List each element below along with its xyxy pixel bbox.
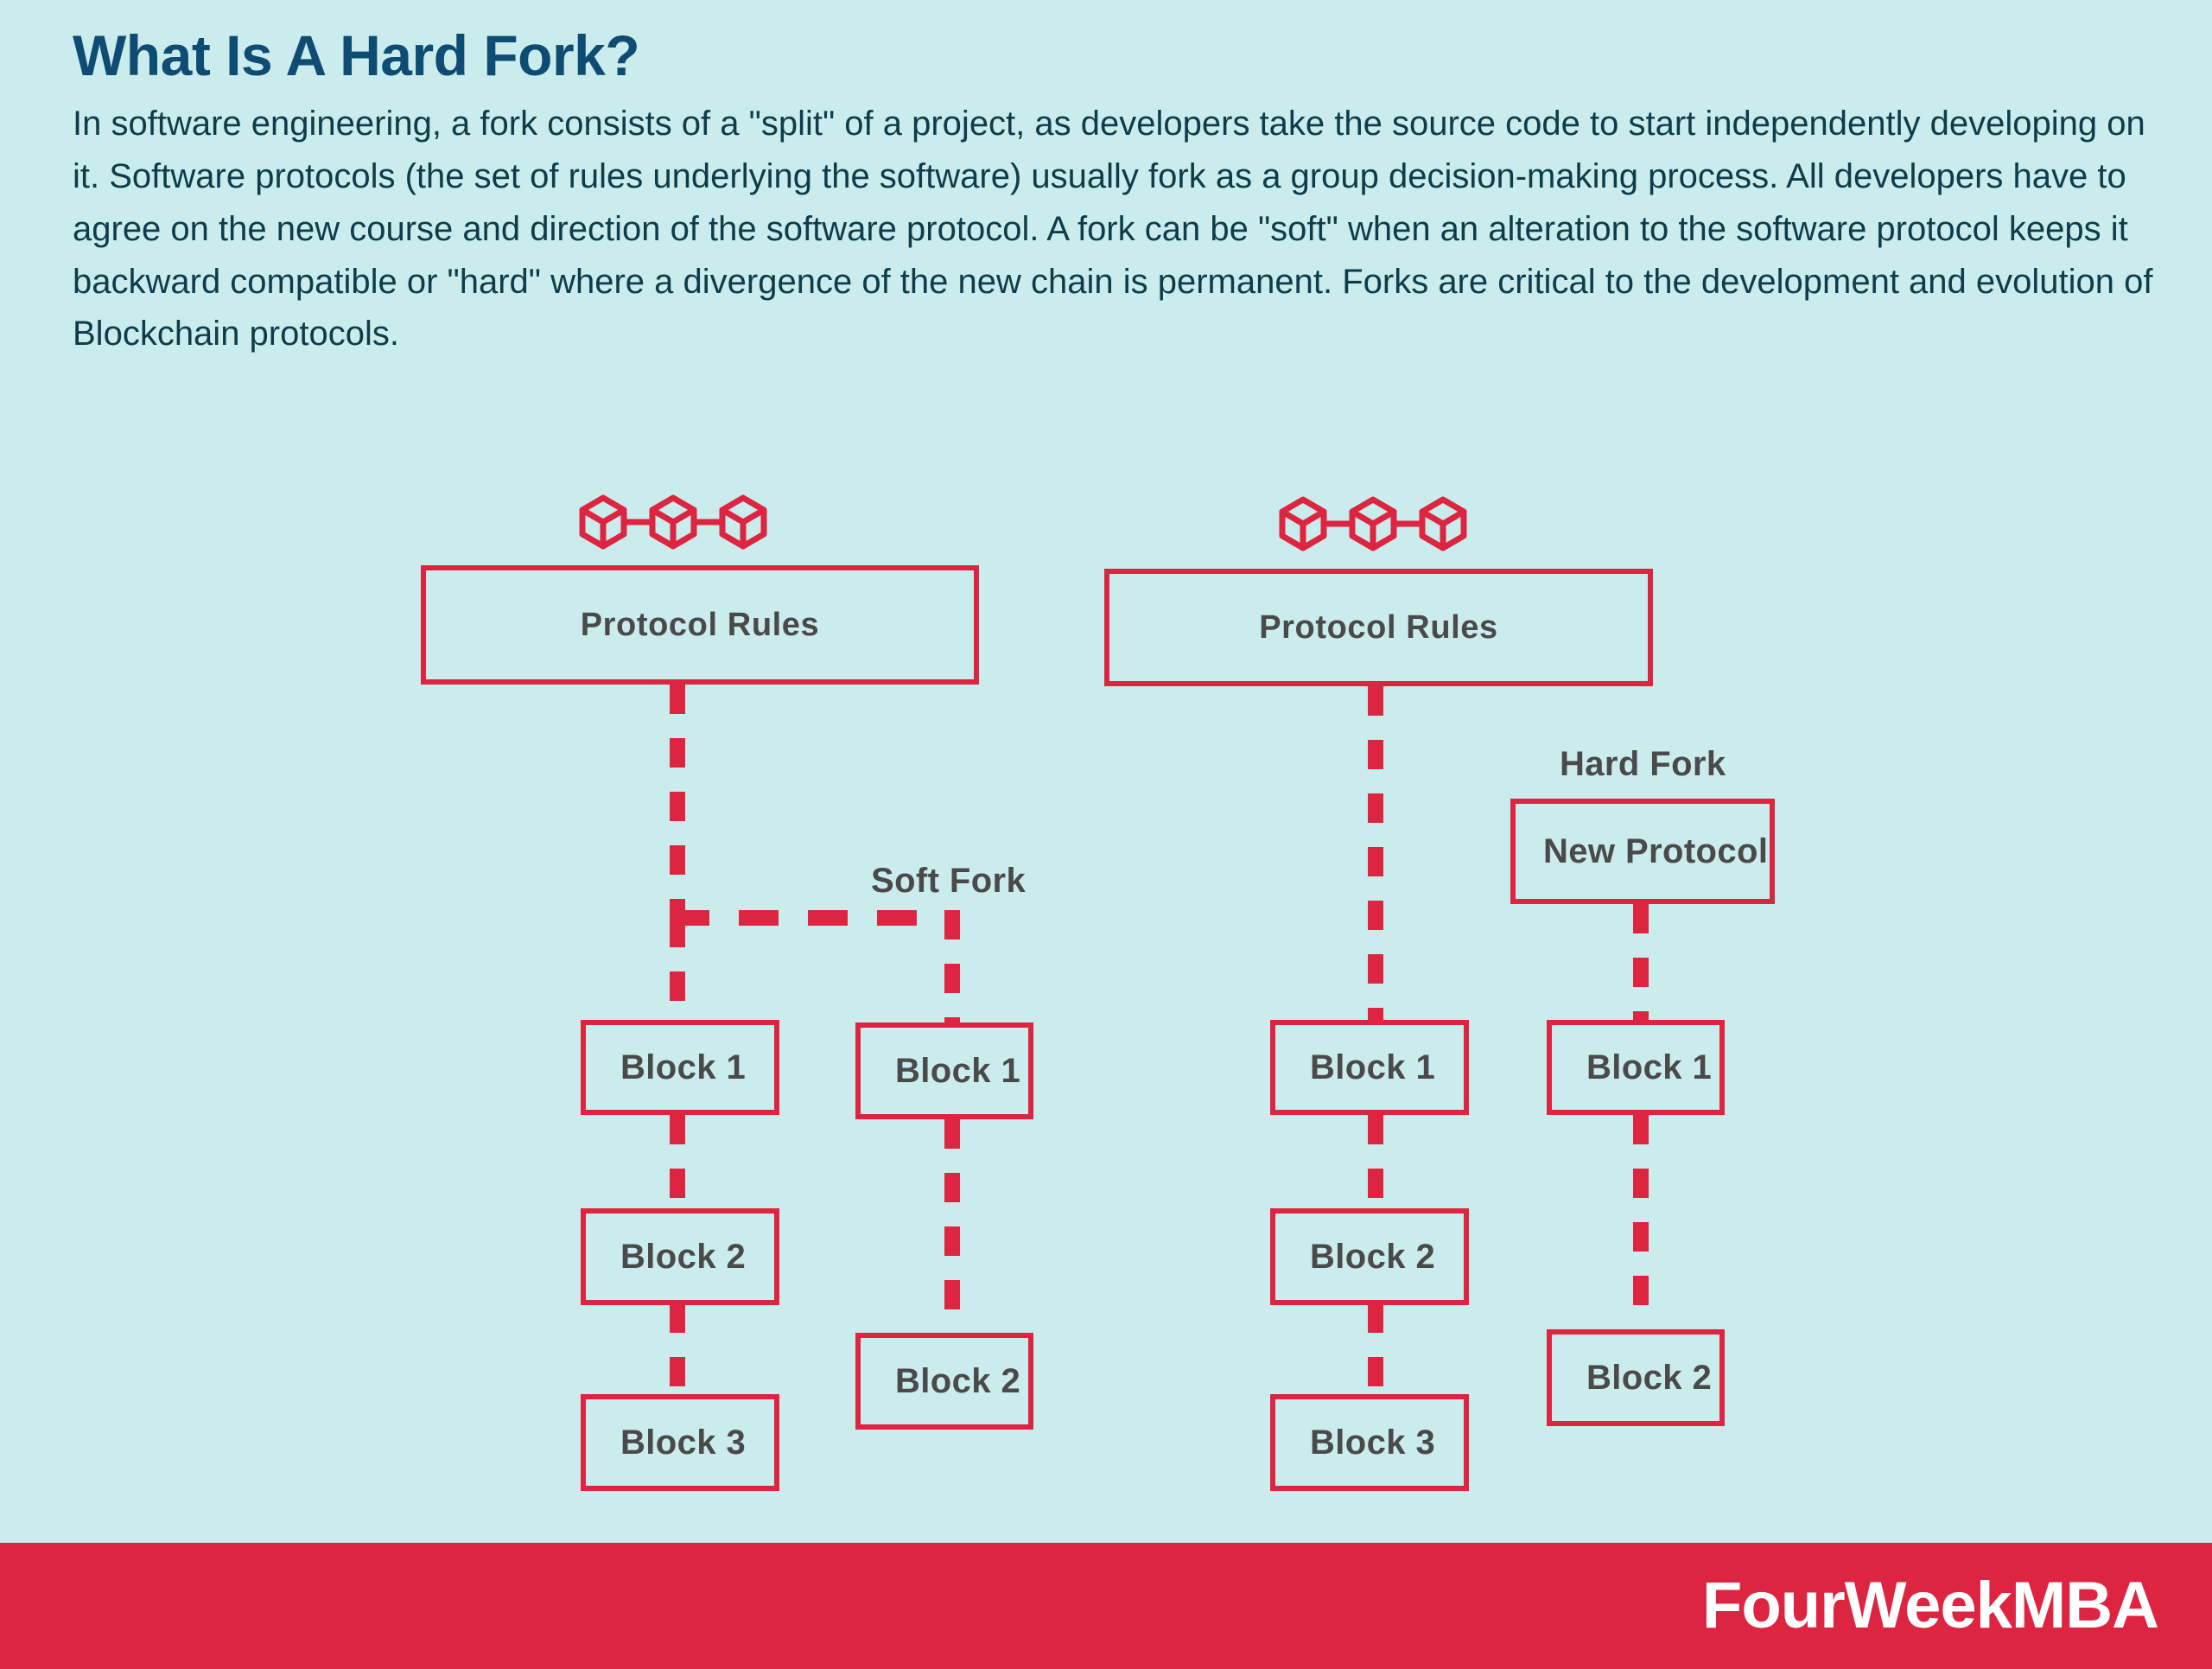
- soft-fork-branch-block-1-label: Block 1: [895, 1051, 1021, 1090]
- header: What Is A Hard Fork? In software enginee…: [73, 23, 2164, 360]
- soft-fork-main-block-1: Block 1: [581, 1020, 779, 1115]
- infographic-page: What Is A Hard Fork? In software enginee…: [0, 0, 2212, 1669]
- soft-fork-branch-drop-connector: [944, 910, 960, 1022]
- hard-fork-branch-connector-1-2: [1633, 1115, 1649, 1314]
- soft-fork-protocol-rules-label: Protocol Rules: [580, 606, 820, 643]
- hard-fork-main-block-2-label: Block 2: [1310, 1237, 1436, 1276]
- hard-fork-protocol-rules-box: Protocol Rules: [1104, 569, 1653, 686]
- soft-fork-main-connector-2-3: [670, 1303, 685, 1400]
- soft-fork-main-block-1-label: Block 1: [620, 1048, 747, 1086]
- hard-fork-main-block-2: Block 2: [1270, 1208, 1469, 1305]
- footer-banner: FourWeekMBA: [0, 1543, 2212, 1669]
- blockchain-cubes-icon: [579, 494, 767, 550]
- intro-paragraph: In software engineering, a fork consists…: [73, 105, 2153, 354]
- hard-fork-main-block-3-label: Block 3: [1310, 1423, 1436, 1462]
- new-protocol-box: New Protocol: [1510, 799, 1775, 904]
- soft-fork-protocol-rules-box: Protocol Rules: [421, 565, 979, 685]
- soft-fork-branch-connector: [670, 910, 959, 926]
- hard-fork-main-block-1: Block 1: [1270, 1020, 1469, 1115]
- hard-fork-main-block-3: Block 3: [1270, 1394, 1469, 1491]
- soft-fork-branch-block-1: Block 1: [855, 1022, 1033, 1119]
- hard-fork-main-connector-1-2: [1368, 1115, 1383, 1219]
- page-title: What Is A Hard Fork?: [73, 23, 640, 87]
- soft-fork-main-block-3-label: Block 3: [620, 1423, 747, 1462]
- hard-fork-main-connector-2-3: [1368, 1303, 1383, 1400]
- soft-fork-trunk-lower-connector: [670, 918, 685, 1020]
- hard-fork-branch-block-1: Block 1: [1547, 1020, 1725, 1115]
- soft-fork-branch-connector-1-2: [944, 1119, 960, 1320]
- soft-fork-main-block-2-label: Block 2: [620, 1237, 747, 1276]
- hard-fork-branch-block-2: Block 2: [1547, 1329, 1725, 1426]
- hard-fork-trunk-connector: [1368, 686, 1383, 1022]
- new-protocol-label: New Protocol: [1543, 831, 1769, 870]
- soft-fork-branch-block-2-label: Block 2: [895, 1361, 1021, 1400]
- hard-fork-branch-block-1-label: Block 1: [1586, 1048, 1713, 1086]
- hard-fork-main-block-1-label: Block 1: [1310, 1048, 1436, 1086]
- hard-fork-branch-connector: [1633, 904, 1649, 1022]
- soft-fork-main-block-3: Block 3: [581, 1394, 779, 1491]
- soft-fork-branch-block-2: Block 2: [855, 1333, 1033, 1430]
- soft-fork-trunk-connector: [670, 685, 685, 918]
- soft-fork-main-connector-1-2: [670, 1115, 685, 1219]
- soft-fork-main-block-2: Block 2: [581, 1208, 779, 1305]
- soft-fork-label: Soft Fork: [871, 862, 1027, 900]
- brand-logo: FourWeekMBA: [1701, 1569, 2159, 1642]
- hard-fork-branch-block-2-label: Block 2: [1586, 1358, 1713, 1397]
- blockchain-cubes-icon: [1279, 496, 1467, 551]
- hard-fork-protocol-rules-label: Protocol Rules: [1259, 608, 1498, 646]
- hard-fork-label: Hard Fork: [1560, 745, 1726, 783]
